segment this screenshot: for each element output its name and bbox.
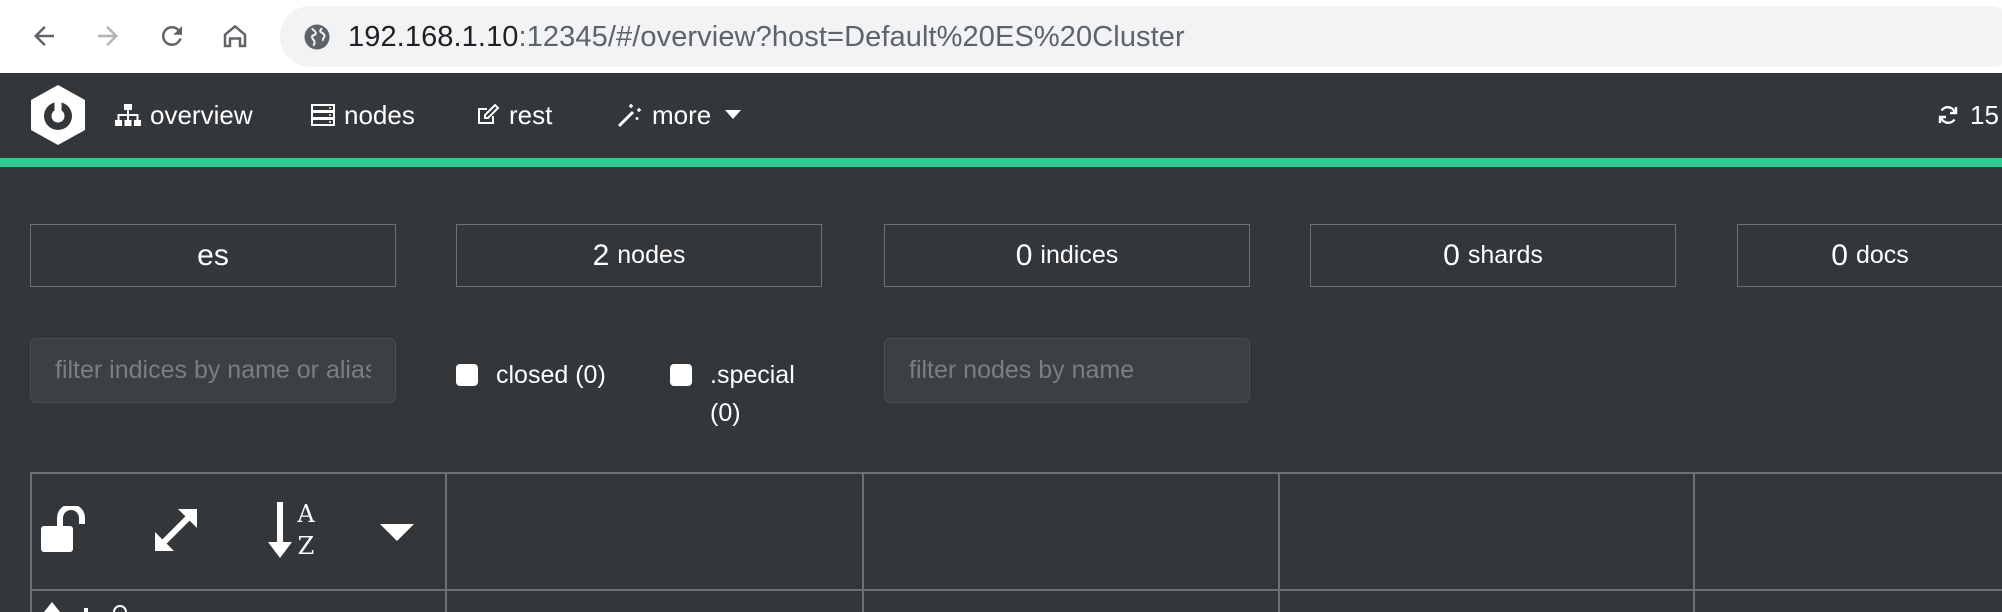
- cluster-name-box: es: [30, 224, 396, 287]
- shards-unit: shards: [1467, 241, 1543, 269]
- closed-filter[interactable]: closed (0): [456, 356, 606, 394]
- special-checkbox[interactable]: [670, 364, 692, 386]
- home-button[interactable]: [213, 14, 257, 58]
- nav-rest-label: rest: [509, 99, 553, 130]
- back-button[interactable]: [22, 14, 66, 58]
- url-text: 192.168.1.10:12345/#/overview?host=Defau…: [348, 21, 1185, 54]
- reload-icon: [161, 25, 182, 46]
- accent-bar: [0, 158, 2002, 167]
- url-host: 192.168.1.10: [348, 21, 519, 53]
- refresh-icon: [1938, 106, 1958, 124]
- url-path: :12345/#/overview?host=Default%20ES%20Cl…: [518, 21, 1185, 53]
- docs-unit: docs: [1855, 241, 1909, 269]
- closed-label: closed (0): [496, 361, 606, 389]
- address-bar[interactable]: 192.168.1.10:12345/#/overview?host=Defau…: [280, 6, 2002, 67]
- cerebro-logo-icon[interactable]: [28, 83, 88, 147]
- nav-overview[interactable]: overview: [115, 97, 253, 133]
- closed-checkbox[interactable]: [456, 364, 478, 386]
- svg-text:Z: Z: [298, 532, 315, 560]
- grid-col-border: [445, 472, 447, 612]
- docs-stat: 0 docs: [1737, 224, 2002, 287]
- special-label-wrap: .special (0): [710, 356, 795, 432]
- special-label: .special: [710, 361, 795, 389]
- forward-button[interactable]: [86, 14, 130, 58]
- special-count: (0): [710, 399, 741, 427]
- nav-more-label: more: [652, 99, 712, 130]
- arrow-left-icon: [34, 26, 54, 46]
- reload-button[interactable]: [150, 14, 194, 58]
- browser-toolbar: 192.168.1.10:12345/#/overview?host=Defau…: [0, 0, 2002, 73]
- filter-indices-input[interactable]: [30, 338, 396, 403]
- caret-down-icon[interactable]: [380, 522, 414, 542]
- indices-count: 0: [1015, 238, 1033, 272]
- expand-icon[interactable]: [152, 506, 200, 554]
- refresh-interval[interactable]: 15: [1936, 97, 1999, 133]
- nodes-count: 2: [592, 238, 610, 272]
- nav-nodes[interactable]: nodes: [311, 97, 415, 133]
- refresh-interval-label: 15: [1970, 99, 1999, 130]
- nav-overview-label: overview: [150, 99, 253, 130]
- home-icon: [223, 24, 247, 48]
- nav-rest[interactable]: rest: [476, 97, 552, 133]
- unlock-icon[interactable]: [40, 506, 92, 554]
- nav-more[interactable]: more: [617, 97, 742, 133]
- svg-text:A: A: [296, 500, 315, 528]
- nav-nodes-label: nodes: [344, 99, 415, 130]
- row-partial-icon: [44, 602, 127, 612]
- magic-wand-icon: [617, 104, 641, 128]
- filter-nodes-input[interactable]: [884, 338, 1250, 403]
- grid-col-border: [1693, 472, 1695, 612]
- grid-top-border: [30, 472, 2002, 474]
- shards-count: 0: [1443, 238, 1460, 272]
- grid-col-border: [862, 472, 864, 612]
- shards-stat: 0 shards: [1310, 224, 1676, 287]
- indices-unit: indices: [1040, 241, 1119, 269]
- cluster-name: es: [197, 238, 229, 272]
- indices-stat: 0 indices: [884, 224, 1250, 287]
- edit-icon: [478, 103, 500, 124]
- grid-row-border: [30, 589, 2002, 591]
- docs-count: 0: [1831, 238, 1848, 272]
- sort-alpha-icon[interactable]: A Z: [266, 500, 322, 560]
- special-filter[interactable]: .special (0): [670, 356, 795, 432]
- nodes-unit: nodes: [617, 241, 686, 269]
- sitemap-icon: [115, 104, 141, 126]
- arrow-right-icon: [98, 26, 118, 46]
- grid-col-border: [30, 472, 32, 612]
- globe-icon: [304, 24, 330, 50]
- app-navbar: overview nodes rest more 15: [0, 73, 2002, 158]
- caret-down-icon: [725, 110, 742, 119]
- nodes-stat: 2 nodes: [456, 224, 822, 287]
- grid-col-border: [1278, 472, 1280, 612]
- server-icon: [311, 104, 335, 126]
